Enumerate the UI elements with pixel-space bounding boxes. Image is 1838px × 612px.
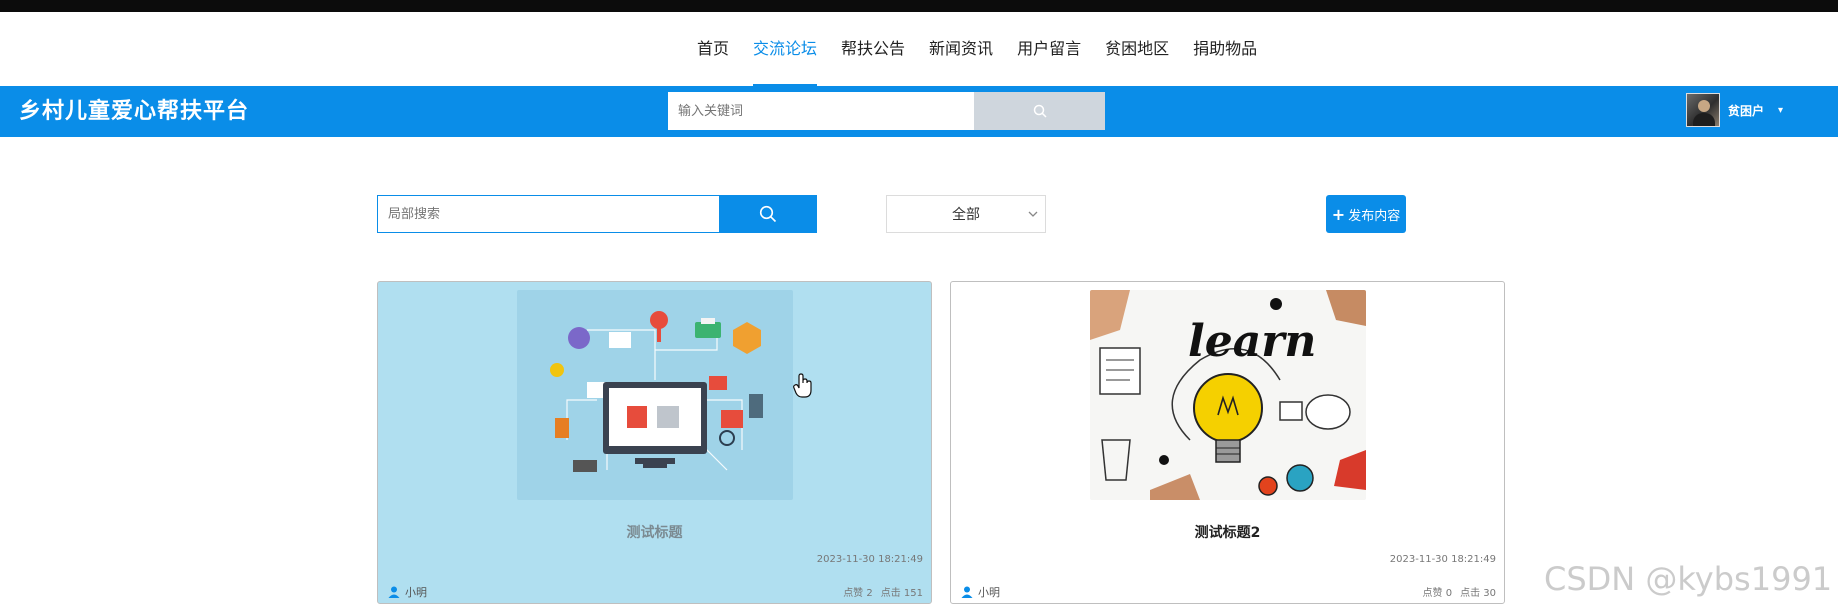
card-time: 2023-11-30 18:21:49 xyxy=(816,554,923,565)
watermark: CSDN @kybs1991 xyxy=(1544,560,1833,598)
header-search-input[interactable] xyxy=(668,92,974,130)
user-menu[interactable]: 贫困户 ▾ xyxy=(1686,90,1783,130)
nav-list: 首页 交流论坛 帮扶公告 新闻资讯 用户留言 贫困地区 捐助物品 xyxy=(685,12,1269,86)
user-icon xyxy=(388,586,400,598)
local-search xyxy=(377,195,817,233)
publish-button-label: 发布内容 xyxy=(1348,208,1401,224)
card-author: 小明 xyxy=(961,584,1000,600)
card-stats: 点赞 2 点击 151 xyxy=(843,584,923,599)
site-header: 乡村儿童爱心帮扶平台 贫困户 ▾ xyxy=(0,86,1838,137)
user-icon xyxy=(961,586,973,598)
nav-item-messages[interactable]: 用户留言 xyxy=(1005,12,1093,86)
site-title[interactable]: 乡村儿童爱心帮扶平台 xyxy=(19,86,249,137)
card-image[interactable] xyxy=(517,290,793,500)
search-icon xyxy=(1033,104,1047,118)
header-search-button[interactable] xyxy=(974,92,1105,130)
hand-cursor-icon xyxy=(793,373,812,398)
local-search-button[interactable] xyxy=(719,195,817,233)
forum-card[interactable]: 测试标题 2023-11-30 18:21:49 小明 点赞 2 点击 151 xyxy=(377,281,932,604)
nav-item-announcements[interactable]: 帮扶公告 xyxy=(829,12,917,86)
header-search xyxy=(668,92,1105,130)
card-author-name: 小明 xyxy=(978,586,1000,599)
top-nav: 首页 交流论坛 帮扶公告 新闻资讯 用户留言 贫困地区 捐助物品 xyxy=(0,12,1838,86)
card-image[interactable]: learn xyxy=(1090,290,1366,500)
nav-item-home[interactable]: 首页 xyxy=(685,12,741,86)
avatar[interactable] xyxy=(1686,93,1720,127)
card-time: 2023-11-30 18:21:49 xyxy=(1389,554,1496,565)
nav-item-poor-areas[interactable]: 贫困地区 xyxy=(1093,12,1181,86)
category-select[interactable]: 全部 xyxy=(886,195,1046,233)
card-clicks: 点击 30 xyxy=(1460,588,1496,599)
search-icon xyxy=(759,205,777,223)
chevron-down-icon xyxy=(1028,211,1038,217)
card-author-name: 小明 xyxy=(405,586,427,599)
card-likes: 点赞 0 xyxy=(1422,588,1453,599)
svg-text:learn: learn xyxy=(1188,316,1316,367)
card-author: 小明 xyxy=(388,584,427,600)
forum-card[interactable]: learn 测试标题2 2023-11-30 18:21:49 小明 点赞 0 … xyxy=(950,281,1505,604)
user-name: 贫困户 xyxy=(1728,103,1765,118)
card-likes: 点赞 2 xyxy=(843,588,873,599)
card-title[interactable]: 测试标题 xyxy=(378,522,931,542)
window-top-strip xyxy=(0,0,1838,12)
category-select-value: 全部 xyxy=(952,207,980,223)
publish-button[interactable]: + 发布内容 xyxy=(1326,195,1406,233)
card-title[interactable]: 测试标题2 xyxy=(951,522,1504,542)
nav-item-forum[interactable]: 交流论坛 xyxy=(741,12,829,86)
card-clicks: 点击 151 xyxy=(880,588,923,599)
nav-item-news[interactable]: 新闻资讯 xyxy=(917,12,1005,86)
chevron-down-icon[interactable]: ▾ xyxy=(1778,105,1783,116)
local-search-input[interactable] xyxy=(377,195,719,233)
plus-icon: + xyxy=(1331,204,1346,224)
card-stats: 点赞 0 点击 30 xyxy=(1423,584,1496,599)
nav-item-donations[interactable]: 捐助物品 xyxy=(1181,12,1269,86)
